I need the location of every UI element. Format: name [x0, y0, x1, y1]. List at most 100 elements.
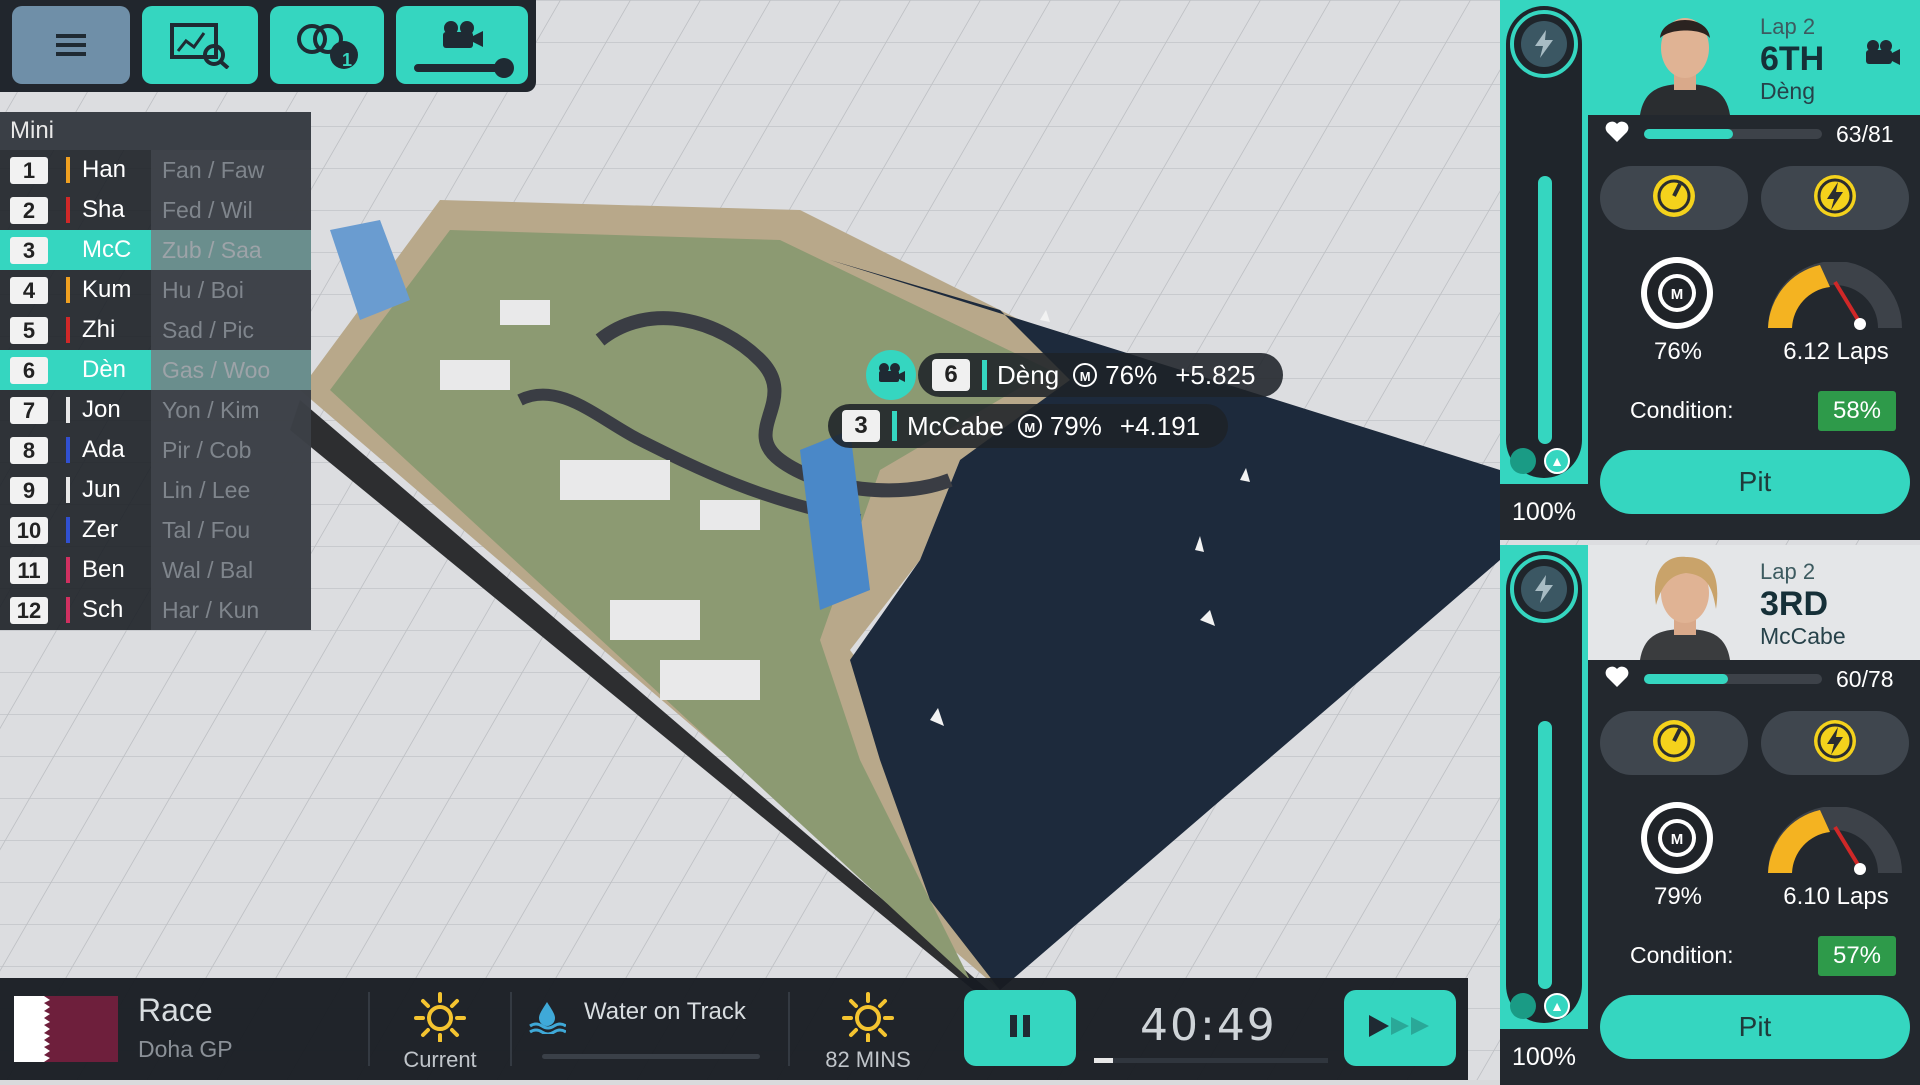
ers-level-bar — [1538, 721, 1552, 989]
weather-current[interactable]: Current — [396, 992, 484, 1073]
tooltip-position: 6 — [932, 359, 970, 391]
camera-button[interactable] — [396, 6, 528, 84]
camera-slider-knob[interactable] — [494, 58, 514, 78]
team-color-stripe — [66, 317, 70, 343]
ers-column: ▲ 100% — [1500, 0, 1588, 540]
tooltip-team-bar — [892, 411, 897, 441]
standings-position: 1 — [10, 156, 48, 184]
fuel-laps-remaining: 6.12 Laps — [1783, 338, 1889, 365]
tooltip-driver-name: Dèng — [997, 359, 1060, 390]
standings-driver-name: Han — [82, 156, 127, 183]
team-color-stripe — [66, 477, 70, 503]
standings-team-drivers: Sad / Pic — [151, 310, 311, 350]
boost-button[interactable] — [1510, 10, 1578, 78]
health-bar — [1644, 129, 1822, 139]
menu-icon — [56, 32, 86, 58]
ers-percent: 100% — [1500, 1029, 1588, 1085]
camera-icon — [876, 362, 906, 389]
pit-board-button[interactable]: 1 — [270, 6, 384, 84]
race-progress-bar — [1094, 1058, 1328, 1063]
pit-button[interactable]: Pit — [1600, 450, 1910, 514]
driver-tooltip[interactable]: 3 McCabe M 79% +4.191 — [828, 404, 1229, 448]
standings-driver-name: Zhi — [82, 316, 116, 343]
standings-position: 10 — [10, 516, 48, 544]
ers-up-button[interactable]: ▲ — [1544, 993, 1570, 1019]
standings-row[interactable]: 4 Kum Hu / Boi — [0, 270, 311, 310]
driver-header[interactable]: Lap 2 6TH Dèng — [1588, 0, 1920, 115]
weather-current-label: Current — [403, 1047, 477, 1072]
pause-button[interactable] — [964, 990, 1076, 1066]
standings-driver-name: Ben — [82, 556, 125, 583]
pace-mode-button[interactable] — [1600, 166, 1748, 230]
driver-tooltip[interactable]: 6 Dèng M 76% +5.825 — [918, 353, 1284, 397]
standings-team-drivers: Har / Kun — [151, 590, 311, 630]
lightning-icon — [1521, 21, 1567, 67]
standings-row[interactable]: 5 Zhi Sad / Pic — [0, 310, 311, 350]
team-color-stripe — [66, 237, 70, 263]
standings-row[interactable]: 6 Dèn Gas / Woo — [0, 350, 311, 390]
fast-forward-button[interactable] — [1344, 990, 1456, 1066]
pit-button[interactable]: Pit — [1600, 995, 1910, 1059]
standings-team-drivers: Hu / Boi — [151, 270, 311, 310]
fuel-laps-remaining: 6.10 Laps — [1783, 883, 1889, 910]
lap-label: Lap 2 — [1760, 14, 1816, 39]
team-color-stripe — [66, 397, 70, 423]
pace-mode-button[interactable] — [1600, 711, 1748, 775]
ers-up-button[interactable]: ▲ — [1544, 448, 1570, 474]
driver-header[interactable]: Lap 2 3RD McCabe — [1588, 545, 1920, 660]
ers-down-button[interactable] — [1510, 448, 1536, 474]
standings-row[interactable]: 8 Ada Pir / Cob — [0, 430, 311, 470]
ers-column: ▲ 100% — [1500, 545, 1588, 1085]
camera-icon — [439, 20, 485, 50]
health-bar-fill — [1644, 129, 1733, 139]
ers-down-button[interactable] — [1510, 993, 1536, 1019]
camera-follow-marker[interactable] — [866, 350, 916, 400]
standings-row[interactable]: 1 Han Fan / Faw — [0, 150, 311, 190]
svg-text:M: M — [1671, 831, 1684, 848]
standings-row[interactable]: 11 Ben Wal / Bal — [0, 550, 311, 590]
camera-icon[interactable] — [1862, 38, 1902, 73]
ers-percent: 100% — [1500, 484, 1588, 540]
standings-position: 7 — [10, 396, 48, 424]
driver-portrait — [1640, 556, 1730, 660]
standings-team-drivers: Wal / Bal — [151, 550, 311, 590]
menu-button[interactable] — [12, 6, 130, 84]
weather-forecast[interactable]: 82 MINS — [818, 992, 918, 1073]
standings-row[interactable]: 9 Jun Lin / Lee — [0, 470, 311, 510]
race-position: 6TH — [1760, 40, 1825, 78]
driver-name: McCabe — [1760, 623, 1846, 649]
telemetry-icon — [170, 21, 230, 69]
standings-row[interactable]: 10 Zer Tal / Fou — [0, 510, 311, 550]
tooltip-position: 3 — [842, 410, 880, 442]
session-title: Race — [138, 992, 213, 1028]
divider — [788, 992, 790, 1066]
standings-driver-name: Ada — [82, 436, 125, 463]
condition-row: Condition: 58% — [1610, 387, 1910, 437]
ers-meter — [1506, 551, 1582, 1023]
standings-row[interactable]: 12 Sch Har / Kun — [0, 590, 311, 630]
heart-icon — [1604, 665, 1630, 694]
tooltip-mode-icon: M — [1017, 414, 1042, 438]
fast-forward-icon — [1367, 1013, 1433, 1044]
standings-team-drivers: Fan / Faw — [151, 150, 311, 190]
pit-board-badge: 1 — [342, 50, 353, 70]
fuel-gauge — [1760, 261, 1910, 337]
ers-mode-button[interactable] — [1761, 711, 1909, 775]
standings-row[interactable]: 2 Sha Fed / Wil — [0, 190, 311, 230]
water-level-bar — [542, 1054, 760, 1059]
standings-position: 4 — [10, 276, 48, 304]
lightning-icon — [1811, 172, 1859, 225]
standings-driver-name: Sch — [82, 596, 124, 623]
water-drop-icon — [528, 1000, 567, 1039]
standings-row[interactable]: 7 Jon Yon / Kim — [0, 390, 311, 430]
ers-mode-button[interactable] — [1761, 166, 1909, 230]
race-timer: 40:49 — [1140, 1000, 1277, 1051]
telemetry-button[interactable] — [142, 6, 258, 84]
lightning-icon — [1521, 566, 1567, 612]
standings-position: 6 — [10, 356, 48, 384]
standings-title[interactable]: Mini — [0, 112, 311, 150]
team-color-stripe — [66, 597, 70, 623]
boost-button[interactable] — [1510, 555, 1578, 623]
speedometer-icon — [1650, 172, 1698, 225]
standings-row[interactable]: 3 McC Zub / Saa — [0, 230, 311, 270]
